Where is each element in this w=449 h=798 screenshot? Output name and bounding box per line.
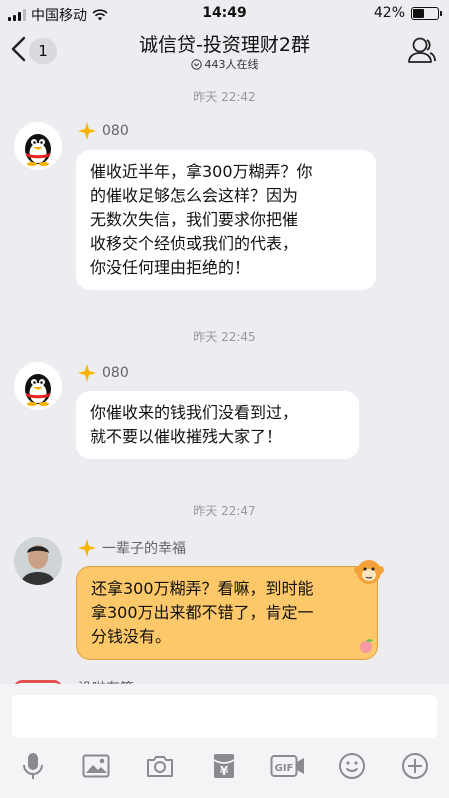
emoji-icon[interactable] <box>334 748 370 784</box>
penguin-avatar-icon <box>25 374 51 406</box>
message-line: 分钱没有。 <box>91 627 172 646</box>
sender-name: 一辈子的幸福 <box>78 538 186 558</box>
message-line: 拿300万出来都不错了，肯定一 <box>91 603 314 622</box>
avatar[interactable] <box>14 537 62 585</box>
message-line: 你催收来的钱我们没看到过， <box>90 403 299 422</box>
chat-header: 1 诚信贷-投资理财2群 443人在线 <box>0 26 449 76</box>
message-timestamp: 昨天 22:42 <box>193 90 256 104</box>
message-timestamp: 昨天 22:45 <box>193 330 256 344</box>
sender-name: 080 <box>78 122 129 140</box>
message-bubble[interactable]: 催收近半年，拿300万糊弄？你 的催收足够怎么会这样？因为 无数次失信，我们要求… <box>76 150 376 290</box>
star-badge-icon <box>78 539 96 557</box>
chat-title[interactable]: 诚信贷-投资理财2群 <box>0 30 449 57</box>
star-badge-icon <box>78 364 96 382</box>
battery-percent: 42% <box>373 5 405 21</box>
plus-icon[interactable] <box>397 748 433 784</box>
gif-icon[interactable]: GIF <box>268 748 308 784</box>
camera-icon[interactable] <box>142 748 178 784</box>
group-members-icon[interactable] <box>407 36 437 64</box>
online-count-label: 443人在线 <box>204 58 259 71</box>
chevron-down-icon <box>190 58 202 70</box>
avatar[interactable] <box>14 362 62 410</box>
gif-label: GIF <box>275 763 294 774</box>
message-timestamp: 昨天 22:47 <box>193 504 256 518</box>
mic-icon[interactable] <box>15 748 51 784</box>
message-input[interactable] <box>12 695 437 738</box>
input-bar: ¥ GIF <box>0 684 449 798</box>
message-bubble[interactable]: 你催收来的钱我们没看到过， 就不要以催收摧残大家了！ <box>76 391 359 459</box>
user-photo-avatar <box>14 537 62 585</box>
sender-nick: 080 <box>102 365 129 381</box>
battery-icon <box>411 6 442 20</box>
message-line: 还拿300万糊弄？看嘛，到时能 <box>91 579 314 598</box>
sender-nick: 一辈子的幸福 <box>102 541 186 557</box>
message-line: 催收近半年，拿300万糊弄？你 <box>90 162 313 181</box>
penguin-avatar-icon <box>25 134 51 166</box>
sender-name: 080 <box>78 364 129 382</box>
message-line: 的催收足够怎么会这样？因为 <box>90 186 299 205</box>
red-packet-icon[interactable]: ¥ <box>206 748 242 784</box>
message-line: 收移交个经侦或我们的代表， <box>90 234 299 253</box>
status-bar: 中国移动 14:49 42% <box>0 0 449 26</box>
message-line: 你没任何理由拒绝的！ <box>90 258 251 277</box>
avatar[interactable] <box>14 122 62 170</box>
sender-nick: 080 <box>102 123 129 139</box>
red-packet-label: ¥ <box>220 764 229 778</box>
message-line: 无数次失信，我们要求你把催 <box>90 210 299 229</box>
input-toolbar: ¥ GIF <box>0 748 449 788</box>
image-icon[interactable] <box>78 748 114 784</box>
message-bubble-highlight[interactable]: 还拿300万糊弄？看嘛，到时能 拿300万出来都不错了，肯定一 分钱没有。 <box>76 566 378 660</box>
message-line: 就不要以催收摧残大家了！ <box>90 427 283 446</box>
monkey-sticker-icon <box>354 560 384 584</box>
online-count[interactable]: 443人在线 <box>0 56 449 72</box>
star-badge-icon <box>78 122 96 140</box>
peach-sticker-icon <box>360 639 373 653</box>
